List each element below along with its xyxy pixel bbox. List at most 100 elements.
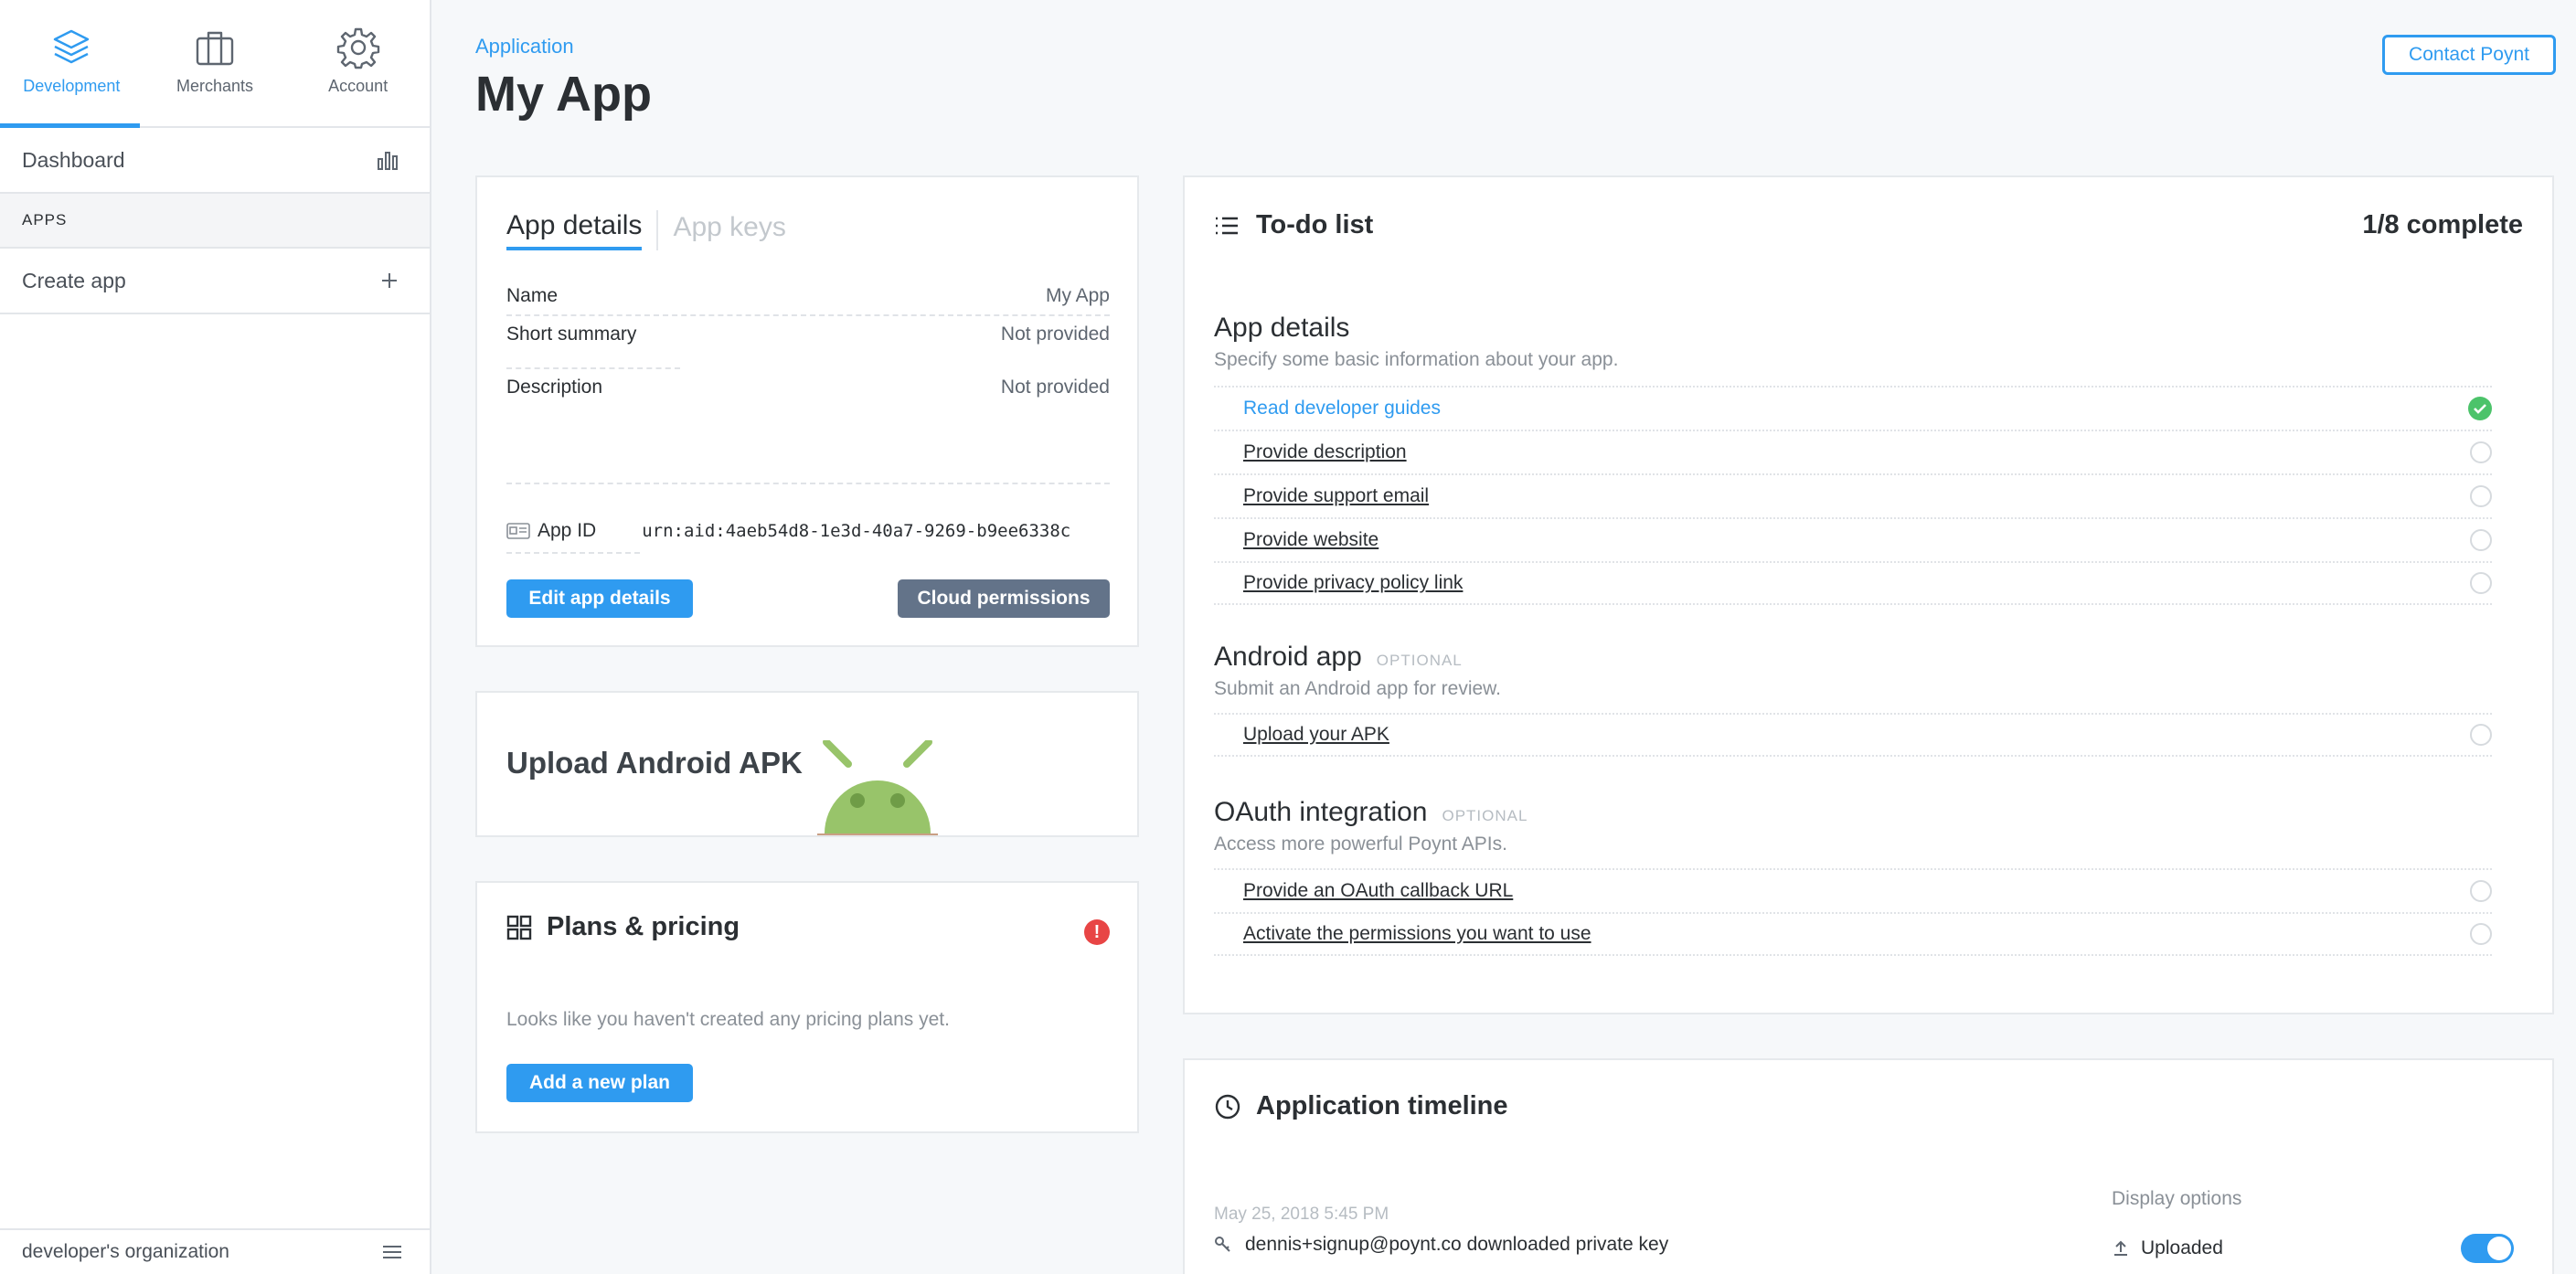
group-title: OAuth integration OPTIONAL: [1214, 797, 1528, 828]
contact-poynt-button[interactable]: Contact Poynt: [2382, 35, 2556, 75]
org-switcher[interactable]: developer's organization: [0, 1228, 430, 1274]
grid-icon: [506, 915, 532, 940]
detail-key: Description: [506, 377, 603, 398]
sidebar-item-label: Create app: [22, 268, 126, 292]
page-title: My App: [475, 67, 652, 122]
todo-card: To-do list 1/8 complete App details Spec…: [1183, 175, 2554, 1014]
filter-uploaded-label-wrap: Uploaded: [2112, 1237, 2223, 1259]
menu-icon: [383, 1246, 401, 1258]
cloud-permissions-button[interactable]: Cloud permissions: [898, 579, 1110, 618]
detail-key: Name: [506, 285, 559, 306]
todo-item[interactable]: Provide privacy policy link: [1214, 561, 2492, 605]
plans-title: Plans & pricing: [547, 912, 740, 941]
status-circle-icon: [2470, 441, 2492, 463]
sidebar-item-label: Dashboard: [22, 147, 125, 172]
todo-item[interactable]: Activate the permissions you want to use: [1214, 912, 2492, 956]
plans-pricing-card: Plans & pricing ! Looks like you haven't…: [475, 881, 1139, 1133]
status-circle-icon: [2470, 529, 2492, 551]
tab-app-details[interactable]: App details: [506, 210, 643, 250]
status-circle-icon: [2470, 923, 2492, 945]
nav-merchants[interactable]: Merchants: [144, 0, 287, 126]
sidebar-item-dashboard[interactable]: Dashboard: [0, 128, 430, 194]
timeline-event: dennis+signup@poynt.co downloaded privat…: [1214, 1234, 1668, 1256]
breadcrumb[interactable]: Application: [475, 35, 574, 58]
app-id-value[interactable]: urn:aid:4aeb54d8-1e3d-40a7-9269-b9ee6338…: [642, 521, 1070, 541]
toggle-knob: [2487, 1237, 2511, 1260]
timeline-date: May 25, 2018 5:45 PM: [1214, 1205, 1389, 1224]
todo-title: To-do list: [1256, 210, 1374, 239]
tab-divider: [656, 210, 659, 250]
todo-header: To-do list: [1214, 210, 1373, 240]
check-icon: [2468, 397, 2492, 420]
todo-item[interactable]: Provide an OAuth callback URL: [1214, 868, 2492, 912]
org-label: developer's organization: [22, 1241, 229, 1262]
todo-item[interactable]: Provide website: [1214, 517, 2492, 561]
plus-icon: [382, 273, 397, 288]
group-desc: Submit an Android app for review.: [1214, 678, 1502, 699]
group-title: App details: [1214, 313, 1349, 344]
todo-progress: 1/8 complete: [2362, 210, 2523, 239]
todo-item-label[interactable]: Read developer guides: [1243, 398, 1441, 419]
divider: [506, 314, 1110, 316]
status-circle-icon: [2470, 724, 2492, 746]
upload-apk-card[interactable]: Upload Android APK: [475, 691, 1139, 837]
status-circle-icon: [2470, 572, 2492, 594]
divider: [506, 552, 640, 554]
group-desc: Specify some basic information about you…: [1214, 349, 1619, 370]
upload-apk-title: Upload Android APK: [506, 746, 803, 780]
nav-account[interactable]: Account: [286, 0, 430, 126]
display-options-label: Display options: [2112, 1188, 2242, 1209]
sidebar-section-apps: APPS: [0, 194, 430, 249]
status-circle-icon: [2470, 485, 2492, 507]
detail-key: Short summary: [506, 324, 637, 345]
clock-icon: [1215, 1094, 1240, 1119]
todo-item-label[interactable]: Provide an OAuth callback URL: [1243, 880, 1513, 902]
optional-badge: OPTIONAL: [1442, 807, 1528, 824]
detail-row-summary: Short summary Not provided: [506, 324, 1110, 345]
timeline-header: Application timeline: [1214, 1091, 1508, 1121]
uploaded-toggle[interactable]: [2461, 1234, 2514, 1263]
id-card-icon: [506, 523, 530, 539]
plans-empty-text: Looks like you haven't created any prici…: [506, 1009, 950, 1030]
filter-uploaded-label: Uploaded: [2141, 1237, 2223, 1258]
layers-icon: [54, 29, 90, 64]
filter-uploaded-row: Uploaded: [2112, 1234, 2514, 1263]
detail-value: My App: [1045, 285, 1110, 306]
todo-item[interactable]: Upload your APK: [1214, 713, 2492, 757]
group-title-text: App details: [1214, 313, 1350, 343]
app-details-tabs: App details App keys: [506, 210, 786, 250]
todo-item[interactable]: Provide description: [1214, 430, 2492, 473]
add-plan-button[interactable]: Add a new plan: [506, 1064, 693, 1102]
sidebar: Development Merchants Account Dashboard …: [0, 0, 431, 1274]
todo-item-label[interactable]: Provide description: [1243, 441, 1407, 463]
plans-header: Plans & pricing: [506, 912, 740, 942]
todo-item-label[interactable]: Provide support email: [1243, 485, 1429, 507]
divider: [506, 483, 1110, 484]
group-title-text: OAuth integration: [1214, 797, 1428, 827]
key-icon: [1215, 1237, 1230, 1252]
timeline-title: Application timeline: [1256, 1091, 1508, 1120]
todo-item[interactable]: Provide support email: [1214, 473, 2492, 517]
nav-account-label: Account: [328, 77, 389, 95]
todo-item-label[interactable]: Activate the permissions you want to use: [1243, 923, 1591, 945]
status-circle-icon: [2470, 880, 2492, 902]
nav-development[interactable]: Development: [0, 0, 144, 128]
bar-chart-icon: [378, 152, 398, 170]
top-nav: Development Merchants Account: [0, 0, 430, 128]
alert-icon: !: [1084, 919, 1110, 945]
todo-item[interactable]: Read developer guides: [1214, 386, 2492, 430]
nav-development-label: Development: [23, 77, 121, 95]
gear-icon: [336, 27, 379, 69]
tab-app-keys[interactable]: App keys: [673, 212, 785, 249]
timeline-card: Application timeline May 25, 2018 5:45 P…: [1183, 1058, 2554, 1274]
edit-app-details-button[interactable]: Edit app details: [506, 579, 693, 618]
todo-item-label[interactable]: Upload your APK: [1243, 724, 1389, 746]
timeline-event-text: dennis+signup@poynt.co downloaded privat…: [1245, 1234, 1669, 1255]
nav-merchants-label: Merchants: [176, 77, 254, 95]
todo-item-label[interactable]: Provide privacy policy link: [1243, 572, 1463, 594]
group-title: Android app OPTIONAL: [1214, 642, 1463, 673]
list-icon: [1216, 217, 1238, 234]
sidebar-item-create-app[interactable]: Create app: [0, 249, 430, 314]
todo-item-label[interactable]: Provide website: [1243, 529, 1378, 551]
android-icon: [817, 740, 938, 835]
